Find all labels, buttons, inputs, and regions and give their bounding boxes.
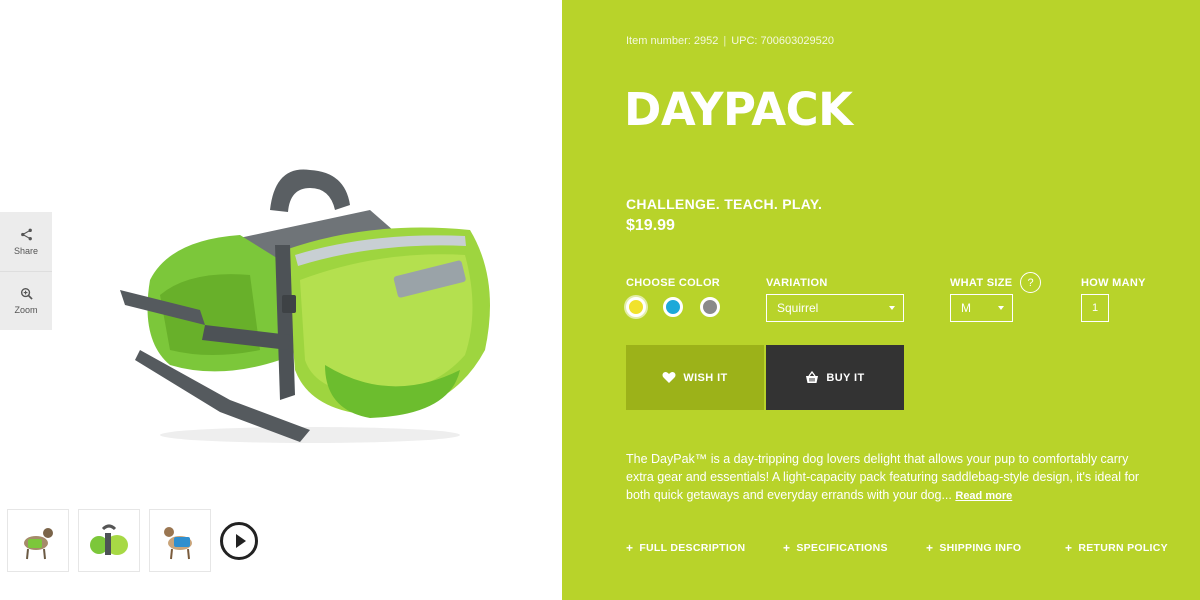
- plus-icon: +: [783, 541, 791, 555]
- buy-it-button[interactable]: BUY IT: [766, 345, 904, 410]
- play-icon: [235, 533, 246, 548]
- read-more-link[interactable]: Read more: [955, 490, 1012, 502]
- product-info-panel: Item number: 2952 | UPC: 700603029520 DAYP…: [562, 0, 1200, 600]
- description-text: The DayPak™ is a day-tripping dog lovers…: [626, 452, 1140, 502]
- plus-icon: +: [926, 541, 934, 555]
- gallery-tools: Share Zoom: [0, 212, 52, 330]
- product-price: $19.99: [626, 217, 675, 234]
- size-label: WHAT SIZE: [950, 277, 1013, 289]
- color-swatch-blue[interactable]: [663, 297, 683, 317]
- heart-icon: [662, 372, 676, 383]
- thumbnail-2[interactable]: [78, 509, 140, 572]
- share-icon: [20, 228, 32, 240]
- chevron-down-icon: [889, 306, 895, 310]
- variation-label: VARIATION: [766, 277, 828, 289]
- product-tagline: CHALLENGE. TEACH. PLAY.: [626, 196, 823, 212]
- color-swatch-yellow[interactable]: [626, 297, 646, 317]
- shipping-info-link[interactable]: + SHIPPING INFO: [926, 541, 1065, 555]
- full-description-label: FULL DESCRIPTION: [639, 542, 746, 554]
- size-value: M: [961, 301, 971, 315]
- item-number: Item number: 2952: [626, 35, 719, 47]
- return-policy-link[interactable]: + RETURN POLICY: [1065, 541, 1168, 555]
- specifications-label: SPECIFICATIONS: [796, 542, 888, 554]
- full-description-link[interactable]: + FULL DESCRIPTION: [626, 541, 783, 555]
- chevron-down-icon: [998, 306, 1004, 310]
- dog-thumbnail-image: [24, 527, 53, 559]
- basket-icon: [806, 371, 819, 383]
- thumbnail-1[interactable]: [7, 509, 69, 572]
- color-swatches: [626, 297, 737, 317]
- zoom-icon: [20, 287, 33, 300]
- product-description: The DayPak™ is a day-tripping dog lovers…: [626, 450, 1146, 505]
- upc-code: UPC: 700603029520: [731, 35, 834, 47]
- play-video-button[interactable]: [220, 521, 258, 560]
- product-image[interactable]: [110, 150, 510, 450]
- info-links: + FULL DESCRIPTION + SPECIFICATIONS + SH…: [626, 541, 1168, 555]
- size-select[interactable]: M: [950, 294, 1013, 322]
- quantity-input[interactable]: 1: [1081, 294, 1109, 322]
- plus-icon: +: [1065, 541, 1073, 555]
- return-policy-label: RETURN POLICY: [1078, 542, 1168, 554]
- zoom-button[interactable]: Zoom: [0, 271, 52, 330]
- share-button[interactable]: Share: [0, 212, 52, 271]
- size-help-button[interactable]: ?: [1020, 272, 1041, 293]
- dog-blue-pack-thumbnail-image: [164, 526, 192, 559]
- zoom-label: Zoom: [14, 305, 38, 315]
- share-label: Share: [13, 245, 39, 256]
- pack-thumbnail-image: [90, 524, 128, 555]
- quantity-label: HOW MANY: [1081, 277, 1146, 289]
- product-title: DAYPACK: [624, 83, 853, 136]
- product-gallery: Share Zoom: [0, 0, 562, 600]
- variation-select[interactable]: Squirrel: [766, 294, 904, 322]
- item-meta: Item number: 2952 | UPC: 700603029520: [626, 35, 834, 47]
- wish-it-label: WISH IT: [683, 371, 728, 384]
- plus-icon: +: [626, 541, 634, 555]
- specifications-link[interactable]: + SPECIFICATIONS: [783, 541, 926, 555]
- wish-it-button[interactable]: WISH IT: [626, 345, 764, 410]
- thumbnail-3[interactable]: [149, 509, 211, 572]
- meta-divider: |: [723, 35, 727, 47]
- variation-value: Squirrel: [777, 301, 819, 315]
- thumbnail-strip: [7, 509, 258, 572]
- color-swatch-gray[interactable]: [700, 297, 720, 317]
- buy-it-label: BUY IT: [826, 371, 865, 384]
- color-label: CHOOSE COLOR: [626, 277, 721, 289]
- shipping-info-label: SHIPPING INFO: [939, 542, 1022, 554]
